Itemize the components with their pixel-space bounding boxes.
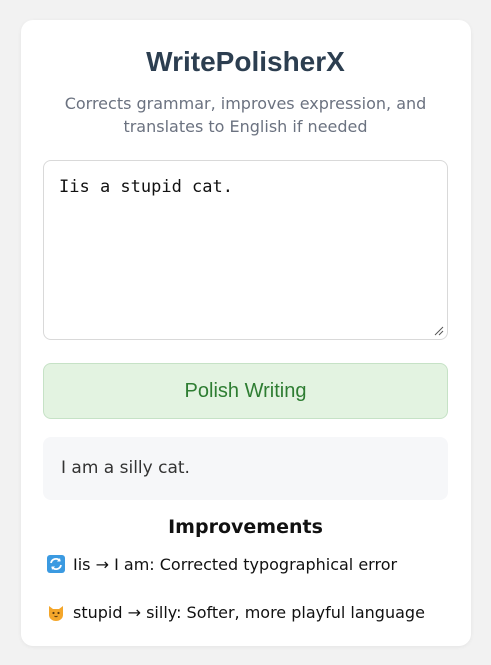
text-input[interactable]: [44, 161, 447, 339]
improvement-item: Iis → I am: Corrected typographical erro…: [47, 554, 397, 576]
resize-handle-icon[interactable]: [434, 326, 444, 336]
improvements-heading: Improvements: [168, 516, 323, 538]
app-title: WritePolisherX: [146, 46, 345, 77]
improvement-item: stupid → silly: Softer, more playful lan…: [47, 602, 425, 624]
text-editor[interactable]: [43, 160, 448, 340]
cat-face-icon: [49, 606, 63, 621]
polish-writing-button[interactable]: Polish Writing: [43, 363, 448, 419]
result-output: I am a silly cat.: [43, 437, 448, 500]
improvement-text: stupid → silly: Softer, more playful lan…: [73, 603, 425, 622]
repeat-icon: [47, 555, 65, 573]
improvement-text: Iis → I am: Corrected typographical erro…: [73, 555, 398, 574]
app-subtitle: Corrects grammar, improves expression, a…: [64, 94, 427, 136]
